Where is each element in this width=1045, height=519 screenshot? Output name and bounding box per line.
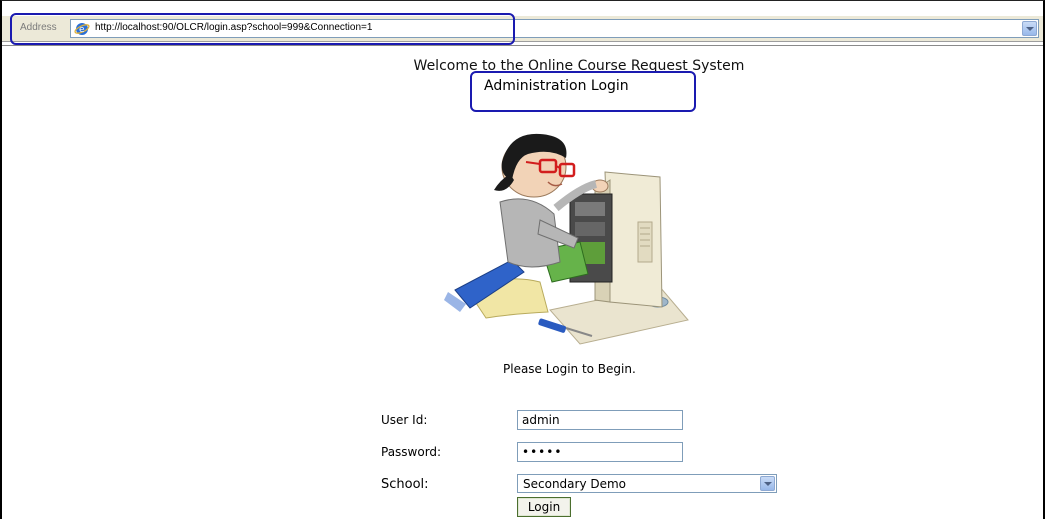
divider (2, 45, 1043, 46)
login-prompt: Please Login to Begin. (503, 362, 636, 376)
school-select[interactable]: Secondary Demo (517, 474, 777, 493)
password-label: Password: (381, 445, 442, 459)
address-dropdown-button[interactable] (1022, 21, 1037, 36)
technician-illustration (444, 133, 689, 345)
password-input[interactable]: ••••• (517, 442, 683, 462)
login-button[interactable]: Login (517, 497, 571, 517)
school-label: School: (381, 477, 429, 492)
address-highlight-box (10, 13, 515, 45)
chevron-down-icon[interactable] (760, 476, 775, 491)
title-highlight-box (470, 71, 696, 112)
user-id-input[interactable]: admin (517, 410, 683, 430)
user-id-label: User Id: (381, 413, 428, 427)
school-select-value: Secondary Demo (523, 477, 627, 491)
